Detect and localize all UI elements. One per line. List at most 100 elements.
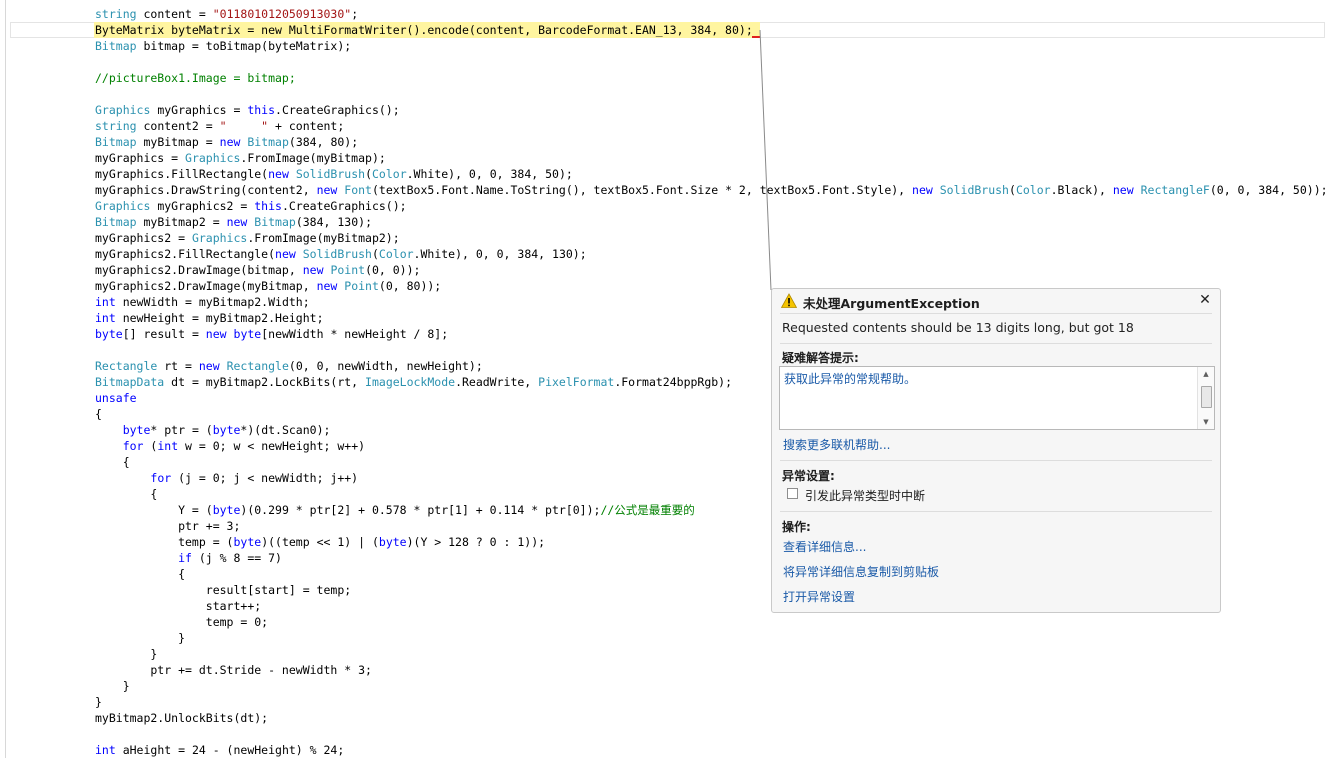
header-divider (780, 313, 1212, 314)
code-token: )(0.299 * ptr[2] + 0.578 * ptr[1] + 0.11… (240, 503, 601, 517)
code-token: "011801012050913030" (212, 7, 352, 21)
code-line: int aHeight = 24 - (newHeight) % 24; (95, 742, 1325, 758)
code-token: ( (143, 439, 158, 453)
code-token: ( (365, 167, 372, 181)
code-token: .White), 0, 0, 384, 130); (413, 247, 587, 261)
code-token: Bitmap (247, 135, 289, 149)
code-token: } (95, 679, 130, 693)
code-token: (textBox5.Font.Name.ToString(), textBox5… (371, 183, 913, 197)
code-token: //pictureBox1.Image = bitmap; (95, 71, 296, 85)
code-token: )((temp << 1) | ( (261, 535, 379, 549)
popup-header: 未处理ArgumentException ✕ (772, 289, 1220, 313)
general-help-link[interactable]: 获取此异常的常规帮助。 (784, 370, 916, 387)
tips-scrollbar[interactable]: ▲ ▼ (1197, 367, 1214, 429)
code-token: myGraphics.DrawString(content2, (95, 183, 317, 197)
code-token: Font (344, 183, 372, 197)
copy-details-to-clipboard-link[interactable]: 将异常详细信息复制到剪贴板 (783, 563, 939, 580)
code-token: unsafe (95, 391, 137, 405)
open-exception-settings-link[interactable]: 打开异常设置 (783, 588, 855, 605)
code-token: } (95, 631, 186, 645)
code-token: myBitmap2.UnlockBits(dt); (95, 711, 269, 725)
code-token: new (268, 167, 289, 181)
code-token: .ReadWrite, (455, 375, 539, 389)
code-token: int (95, 295, 116, 309)
code-token: (384, 80); (288, 135, 359, 149)
code-token: newHeight = myBitmap2.Height; (115, 311, 324, 325)
code-token: result[start] = temp; (95, 583, 352, 597)
code-token: (0, 80)); (378, 279, 442, 293)
code-token: Point (344, 279, 379, 293)
code-token: myBitmap = (136, 135, 220, 149)
break-on-exception-checkbox[interactable] (787, 488, 798, 499)
code-token: Graphics (95, 199, 151, 213)
code-token: Color (378, 247, 414, 261)
popup-title: 未处理ArgumentException (803, 296, 980, 311)
view-details-link[interactable]: 查看详细信息... (783, 538, 866, 555)
code-line: //pictureBox1.Image = bitmap; (95, 70, 1325, 86)
code-token: .CreateGraphics(); (275, 103, 400, 117)
code-token: new (302, 263, 324, 277)
scroll-thumb[interactable] (1201, 386, 1212, 408)
code-token: aHeight = 24 - (newHeight) % 24; (115, 743, 345, 757)
code-token: myGraphics = (150, 103, 248, 117)
code-token: content = (136, 7, 213, 21)
code-line: string content2 = " " + content; (95, 118, 1325, 134)
code-line: Graphics myGraphics = this.CreateGraphic… (95, 102, 1325, 118)
code-token: this (254, 199, 282, 213)
code-token: byte (212, 423, 241, 437)
close-button[interactable]: ✕ (1196, 291, 1214, 309)
gutter-divider (5, 0, 6, 758)
code-line: } (95, 630, 1325, 646)
code-token: )(Y > 128 ? 0 : 1)); (406, 535, 546, 549)
code-token: .FromImage(myBitmap); (240, 151, 386, 165)
code-token: byte (95, 327, 123, 341)
code-token: .CreateGraphics(); (281, 199, 407, 213)
code-token: myGraphics.FillRectangle( (95, 167, 269, 181)
code-line: ptr += dt.Stride - newWidth * 3; (95, 662, 1325, 678)
code-token: rt = (157, 359, 199, 373)
code-token: Rectangle (226, 359, 289, 373)
code-token: Bitmap (95, 215, 137, 229)
scroll-down-arrow-icon[interactable]: ▼ (1198, 415, 1214, 429)
code-token: (j % 8 == 7) (191, 551, 282, 565)
code-token: .Format24bppRgb); (614, 375, 733, 389)
code-token: [] result = (122, 327, 206, 341)
code-token: byte (378, 535, 407, 549)
code-token: newWidth = myBitmap2.Width; (115, 295, 310, 309)
troubleshooting-tips-list[interactable]: 获取此异常的常规帮助。 ▲ ▼ (779, 366, 1215, 430)
break-on-exception-label[interactable]: 引发此异常类型时中断 (805, 487, 925, 504)
code-token: BitmapData (95, 375, 165, 389)
exception-message: Requested contents should be 13 digits l… (782, 320, 1134, 335)
code-token: start++; (95, 599, 262, 613)
code-token: Y = ( (95, 503, 213, 517)
code-token: string (95, 7, 137, 21)
code-token: .FromImage(myBitmap2); (247, 231, 400, 245)
code-line: } (95, 646, 1325, 662)
code-token: (384, 130); (295, 215, 372, 229)
code-token: //公式是最重要的 (600, 503, 695, 517)
code-line: } (95, 678, 1325, 694)
code-token: " " (219, 119, 269, 133)
code-line: string content = "011801012050913030"; (95, 6, 1325, 22)
code-token: [newWidth * newHeight / 8]; (261, 327, 449, 341)
code-token: (j = 0; j < newWidth; j++) (171, 471, 359, 485)
code-line: myBitmap2.UnlockBits(dt); (95, 710, 1325, 726)
code-token: ptr += dt.Stride - newWidth * 3; (95, 663, 372, 677)
code-token: { (95, 567, 186, 581)
code-token: { (95, 407, 102, 421)
code-token: Bitmap (95, 39, 137, 53)
code-token: temp = ( (95, 535, 234, 549)
code-line: temp = 0; (95, 614, 1325, 630)
code-token: bitmap = toBitmap(byteMatrix); (136, 39, 352, 53)
divider (780, 460, 1212, 461)
code-token: } (95, 647, 158, 661)
scroll-up-arrow-icon[interactable]: ▲ (1198, 367, 1214, 381)
code-token: (0, 0, 384, 50)); (1209, 183, 1325, 197)
code-token: ptr += 3; (95, 519, 241, 533)
search-online-help-link[interactable]: 搜索更多联机帮助... (783, 436, 890, 453)
code-token: for (122, 439, 144, 453)
code-token: Bitmap (254, 215, 296, 229)
